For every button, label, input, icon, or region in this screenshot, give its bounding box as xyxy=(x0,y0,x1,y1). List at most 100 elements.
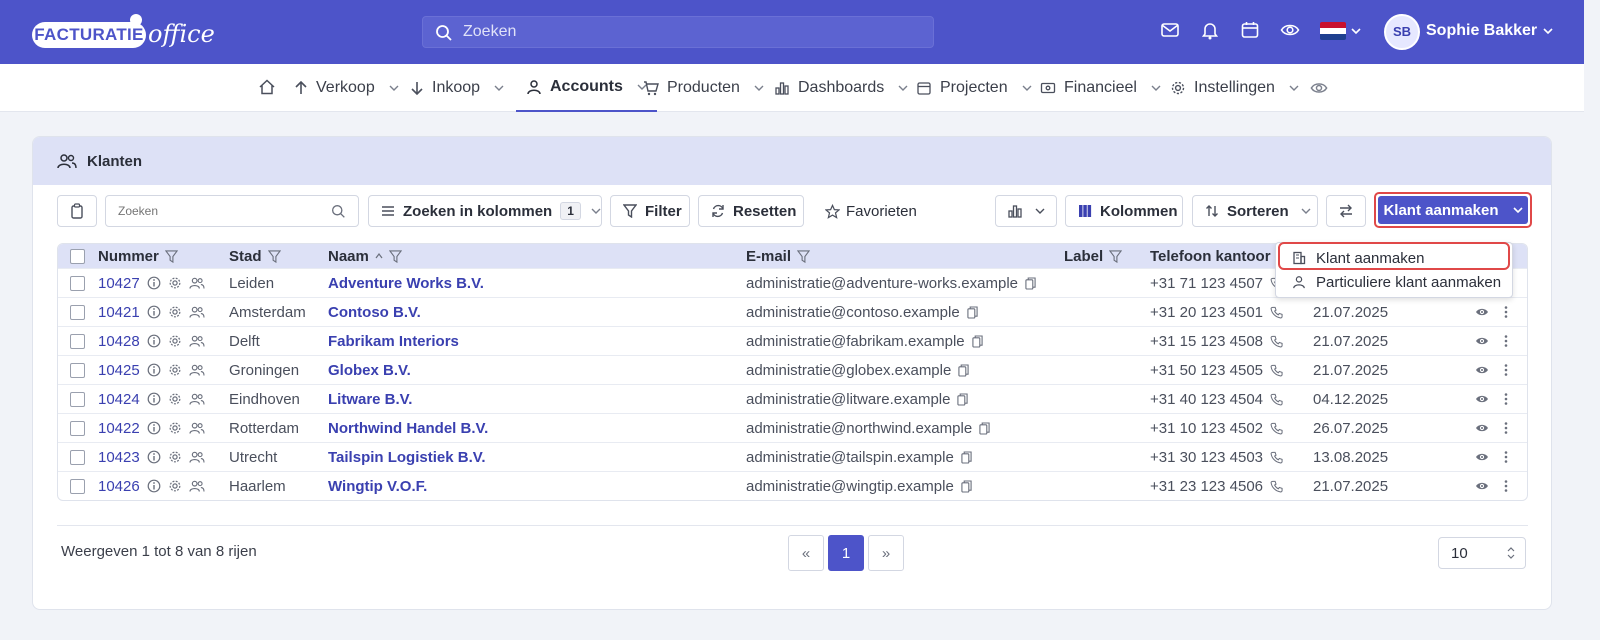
copy-icon[interactable] xyxy=(958,363,969,377)
filter-icon[interactable] xyxy=(164,249,178,263)
customer-name[interactable]: Adventure Works B.V. xyxy=(328,275,484,292)
copy-icon[interactable] xyxy=(961,479,972,493)
gear-icon[interactable] xyxy=(168,363,182,377)
copy-icon[interactable] xyxy=(979,421,990,435)
global-search-input[interactable] xyxy=(463,17,923,47)
phone-icon[interactable] xyxy=(1270,335,1283,348)
pagination-next[interactable]: » xyxy=(868,535,904,571)
table-row[interactable]: 10424 Eindhoven Litware B.V. administrat… xyxy=(58,384,1527,413)
more-options-icon[interactable] xyxy=(1504,392,1508,406)
table-search-input[interactable] xyxy=(118,204,318,218)
customer-number[interactable]: 10428 xyxy=(98,333,140,350)
customer-name[interactable]: Wingtip V.O.F. xyxy=(328,478,427,495)
view-icon[interactable] xyxy=(1474,392,1490,406)
table-row[interactable]: 10428 Delft Fabrikam Interiors administr… xyxy=(58,326,1527,355)
copy-button[interactable] xyxy=(57,195,97,227)
copy-icon[interactable] xyxy=(972,334,983,348)
copy-icon[interactable] xyxy=(1025,276,1036,290)
phone-icon[interactable] xyxy=(1270,480,1283,493)
create-customer-button[interactable]: Klant aanmaken xyxy=(1374,192,1532,228)
gear-icon[interactable] xyxy=(168,450,182,464)
customer-email[interactable]: administratie@tailspin.example xyxy=(746,449,954,466)
nav-item-financieel[interactable]: Financieel xyxy=(1040,64,1161,112)
reset-button[interactable]: Resetten xyxy=(698,195,804,227)
customer-phone[interactable]: +31 23 123 4506 xyxy=(1150,478,1263,495)
customer-phone[interactable]: +31 50 123 4505 xyxy=(1150,362,1263,379)
contacts-icon[interactable] xyxy=(189,479,205,493)
customer-name[interactable]: Globex B.V. xyxy=(328,362,411,379)
customer-email[interactable]: administratie@contoso.example xyxy=(746,304,960,321)
table-row[interactable]: 10422 Rotterdam Northwind Handel B.V. ad… xyxy=(58,413,1527,442)
favorites-button[interactable]: Favorieten xyxy=(825,195,917,227)
nav-item-verkoop[interactable]: Verkoop xyxy=(294,64,399,112)
customer-email[interactable]: administratie@globex.example xyxy=(746,362,951,379)
contacts-icon[interactable] xyxy=(189,305,205,319)
nav-item-projecten[interactable]: Projecten xyxy=(916,64,1032,112)
pagination-page-1[interactable]: 1 xyxy=(828,535,864,571)
info-icon[interactable] xyxy=(147,305,161,319)
contacts-icon[interactable] xyxy=(189,276,205,290)
gear-icon[interactable] xyxy=(168,421,182,435)
customer-name[interactable]: Litware B.V. xyxy=(328,391,412,408)
swap-button[interactable] xyxy=(1326,195,1366,227)
column-email[interactable]: E-mail xyxy=(746,244,811,268)
info-icon[interactable] xyxy=(147,276,161,290)
gear-icon[interactable] xyxy=(168,305,182,319)
more-options-icon[interactable] xyxy=(1504,305,1508,319)
view-icon[interactable] xyxy=(1474,421,1490,435)
gear-icon[interactable] xyxy=(168,334,182,348)
table-search[interactable] xyxy=(105,195,359,227)
gear-icon[interactable] xyxy=(168,392,182,406)
filter-button[interactable]: Filter xyxy=(610,195,690,227)
chevron-down-icon[interactable] xyxy=(1350,26,1362,36)
info-icon[interactable] xyxy=(147,421,161,435)
filter-icon[interactable] xyxy=(797,249,811,263)
column-city[interactable]: Stad xyxy=(229,244,281,268)
nav-item-dashboards[interactable]: Dashboards xyxy=(774,64,908,112)
phone-icon[interactable] xyxy=(1270,451,1283,464)
customer-name[interactable]: Fabrikam Interiors xyxy=(328,333,459,350)
view-icon[interactable] xyxy=(1474,334,1490,348)
customer-number[interactable]: 10422 xyxy=(98,420,140,437)
search-icon[interactable] xyxy=(331,204,346,219)
phone-icon[interactable] xyxy=(1270,422,1283,435)
table-row[interactable]: 10425 Groningen Globex B.V. administrati… xyxy=(58,355,1527,384)
info-icon[interactable] xyxy=(147,363,161,377)
view-icon[interactable] xyxy=(1474,363,1490,377)
eye-icon[interactable] xyxy=(1310,79,1328,97)
column-label-header[interactable]: Label xyxy=(1064,244,1123,268)
row-checkbox[interactable] xyxy=(70,275,85,291)
view-icon[interactable] xyxy=(1474,479,1490,493)
columns-button[interactable]: Kolommen xyxy=(1065,195,1183,227)
search-in-columns-button[interactable]: Zoeken in kolommen 1 xyxy=(368,195,602,227)
customer-email[interactable]: administratie@wingtip.example xyxy=(746,478,954,495)
customer-number[interactable]: 10421 xyxy=(98,304,140,321)
dropdown-item-create-private-customer[interactable]: Particuliere klant aanmaken xyxy=(1278,270,1510,294)
customer-name[interactable]: Northwind Handel B.V. xyxy=(328,420,488,437)
more-options-icon[interactable] xyxy=(1504,334,1508,348)
language-flag[interactable] xyxy=(1320,22,1346,40)
logo[interactable]: FACTURATIE office xyxy=(32,14,215,50)
nav-item-inkoop[interactable]: Inkoop xyxy=(410,64,504,112)
copy-icon[interactable] xyxy=(967,305,978,319)
customer-name[interactable]: Tailspin Logistiek B.V. xyxy=(328,449,486,466)
customer-email[interactable]: administratie@litware.example xyxy=(746,391,950,408)
gear-icon[interactable] xyxy=(168,276,182,290)
customer-name[interactable]: Contoso B.V. xyxy=(328,304,421,321)
contacts-icon[interactable] xyxy=(189,421,205,435)
customer-number[interactable]: 10424 xyxy=(98,391,140,408)
mail-icon[interactable] xyxy=(1160,20,1180,40)
calendar-icon[interactable] xyxy=(1240,20,1260,40)
view-icon[interactable] xyxy=(1474,305,1490,319)
pagination-prev[interactable]: « xyxy=(788,535,824,571)
phone-icon[interactable] xyxy=(1270,393,1283,406)
sort-button[interactable]: Sorteren xyxy=(1192,195,1318,227)
row-checkbox[interactable] xyxy=(70,449,85,465)
column-phone[interactable]: Telefoon kantoor xyxy=(1150,244,1271,268)
table-row[interactable]: 10421 Amsterdam Contoso B.V. administrat… xyxy=(58,297,1527,326)
select-all-checkbox[interactable] xyxy=(70,248,85,264)
column-name[interactable]: Naam xyxy=(328,244,402,268)
row-checkbox[interactable] xyxy=(70,478,85,494)
customer-email[interactable]: administratie@adventure-works.example xyxy=(746,275,1018,292)
customer-email[interactable]: administratie@northwind.example xyxy=(746,420,972,437)
